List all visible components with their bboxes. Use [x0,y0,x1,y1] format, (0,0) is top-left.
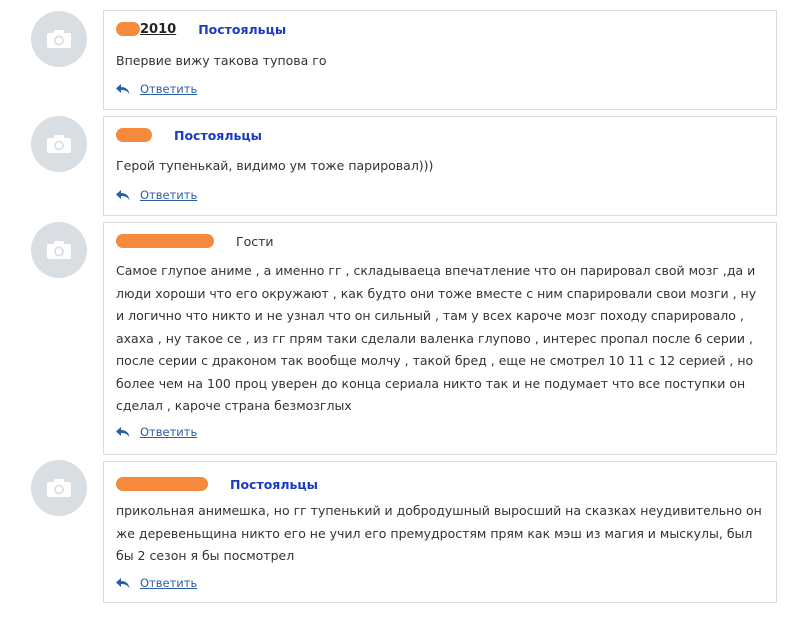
comment-header: Постояльцы [116,474,318,494]
avatar[interactable] [31,11,87,67]
redacted-author [116,234,214,248]
comment-text: Герой тупенькай, видимо ум тоже парирова… [116,158,434,173]
comment-box: Постояльцы прикольная анимешка, но гг ту… [103,461,777,603]
author-name[interactable]: 2010 [140,22,176,37]
reply-button[interactable]: Ответить [116,576,197,590]
author-group: Гости [236,233,274,249]
reply-arrow-icon [116,577,130,588]
comment-text: прикольная анимешка, но гг тупенький и д… [116,503,762,563]
camera-icon [47,30,71,48]
camera-icon [47,479,71,497]
comment-text: Впервие вижу такова тупова го [116,53,327,68]
author-group[interactable]: Постояльцы [198,22,286,37]
redacted-author [116,22,140,36]
comment-text: Самое глупое аниме , а именно гг , склад… [116,263,757,413]
camera-icon [47,135,71,153]
reply-label[interactable]: Ответить [140,82,197,96]
comment-box: 2010 Постояльцы Впервие вижу такова тупо… [103,10,777,110]
reply-arrow-icon [116,189,130,200]
avatar[interactable] [31,116,87,172]
avatar[interactable] [31,222,87,278]
author-group[interactable]: Постояльцы [230,477,318,492]
avatar[interactable] [31,460,87,516]
comment-header: 2010 Постояльцы [116,19,286,39]
reply-label[interactable]: Ответить [140,576,197,590]
comment-header: Постояльцы [116,125,262,145]
reply-button[interactable]: Ответить [116,82,197,96]
reply-label[interactable]: Ответить [140,425,197,439]
reply-arrow-icon [116,426,130,437]
reply-label[interactable]: Ответить [140,188,197,202]
comment-box: Гости Самое глупое аниме , а именно гг ,… [103,222,777,455]
author-group[interactable]: Постояльцы [174,128,262,143]
reply-button[interactable]: Ответить [116,425,197,439]
camera-icon [47,241,71,259]
redacted-author [116,477,208,491]
comment-header: Гости [116,231,274,251]
redacted-author [116,128,152,142]
reply-button[interactable]: Ответить [116,188,197,202]
reply-arrow-icon [116,83,130,94]
comment-box: Постояльцы Герой тупенькай, видимо ум то… [103,116,777,216]
